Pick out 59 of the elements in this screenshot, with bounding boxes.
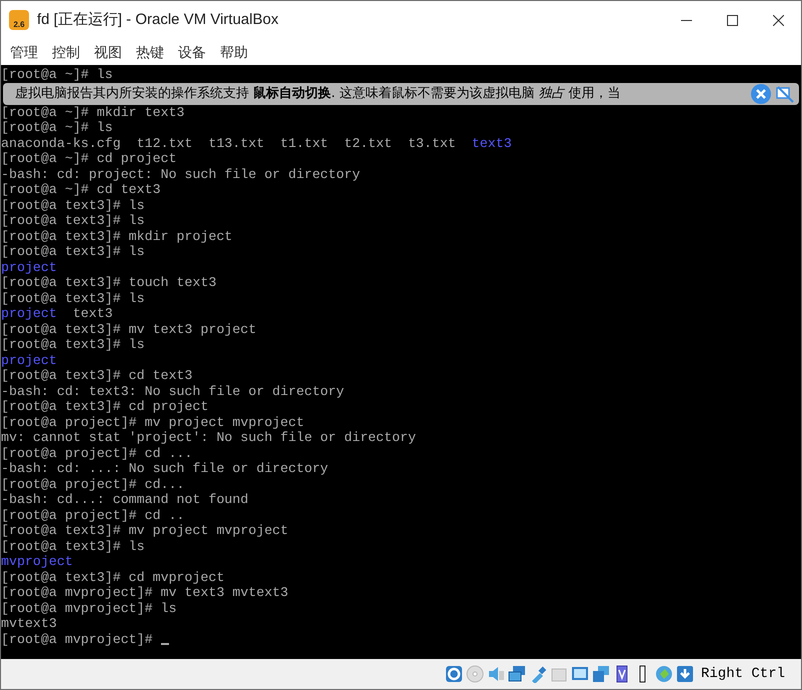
mouse-integration-icon [775, 84, 795, 104]
terminal-text: [root@a text3]# cd project [1, 399, 208, 414]
terminal-text: [root@a text3]# ls [1, 538, 145, 554]
audio-icon[interactable] [486, 665, 505, 683]
app-logo: 2.6 [9, 10, 29, 30]
menu-item[interactable]: 热键 [129, 42, 171, 62]
terminal-text: [root@a text3]# ls [1, 244, 145, 260]
cursor [160, 643, 169, 645]
directory-name: project [1, 260, 57, 275]
terminal-text: [root@a project]# cd .. [1, 508, 185, 523]
terminal-text: [root@a text3]# cd text3 [1, 368, 193, 384]
menu-item[interactable]: 帮助 [213, 42, 255, 62]
terminal-text: [root@a mvproject]# mv text3 mvtext3 [1, 585, 288, 600]
terminal-text: [root@a text3]# ls [1, 198, 145, 213]
menu-item[interactable]: 视图 [87, 42, 129, 62]
terminal-text: [root@a text3]# ls [1, 290, 145, 306]
terminal-text: [root@a text3]# ls [1, 337, 145, 352]
terminal-text: [root@a ~]# cd text3 [1, 182, 161, 198]
terminal-text: [root@a mvproject]# [1, 632, 154, 647]
close-icon [756, 88, 766, 98]
terminal-text: [root@a text3]# cd mvproject [1, 570, 224, 585]
directory-name: project [1, 352, 57, 368]
terminal-text: [root@a ~]# ls [1, 120, 113, 136]
network-icon[interactable] [508, 665, 526, 683]
terminal-text: -bash: cd: project: No such file or directory [1, 166, 360, 182]
download-icon[interactable] [676, 665, 694, 683]
terminal-text: text3 [72, 306, 113, 322]
host-key-label: Right Ctrl [700, 664, 785, 684]
terminal-text: [root@a project]# mv project mvproject [1, 414, 304, 430]
maximize-icon [726, 14, 738, 26]
window-title: fd [正在运行] - Oracle VM VirtualBox [37, 10, 278, 30]
terminal-text: [root@a project]# cd ... [1, 446, 193, 461]
terminal-text: -bash: cd: ...: No such file or directory [1, 461, 328, 476]
terminal-text: [root@a mvproject]# ls [1, 600, 177, 616]
menu-item[interactable]: 设备 [171, 42, 213, 62]
terminal-text: [root@a project]# cd... [1, 476, 185, 492]
directory-name: text3 [472, 136, 512, 151]
display-icon[interactable] [570, 665, 589, 683]
menu-item[interactable]: 管理 [3, 42, 45, 62]
terminal-text: [root@a ~]# cd project [1, 151, 177, 166]
terminal-text: mvtext3 [1, 616, 57, 632]
terminal-text: [root@a text3]# mv project mvproject [1, 523, 288, 538]
terminal-text: mv: cannot stat 'project': No such file or directory [1, 430, 416, 446]
terminal-text: [root@a text3]# ls [1, 213, 145, 228]
directory-name: project [1, 306, 57, 322]
terminal-text: -bash: cd: text3: No such file or directory [1, 384, 344, 399]
menu-item[interactable]: 控制 [45, 42, 87, 62]
directory-name: mvproject [1, 554, 73, 570]
close-icon [772, 14, 784, 26]
terminal-text: -bash: cd...: command not found [1, 492, 248, 508]
terminal-text: [root@a ~]# mkdir text3 [1, 104, 185, 120]
notification-text: 虚拟电脑报告其内所安装的操作系统支持 鼠标自动切换. 这意味着鼠标不需要为该虚拟电脑 独占 使用，当 [15, 84, 621, 103]
terminal-text: [root@a text3]# touch text3 [1, 275, 216, 290]
terminal-text: [root@a text3]# mv text3 project [1, 322, 256, 337]
close-notification-button[interactable] [751, 84, 771, 104]
windows-icon[interactable] [592, 665, 610, 683]
terminal-text: [root@a ~]# ls [1, 67, 113, 82]
terminal-text: [root@a text3]# mkdir project [1, 228, 232, 244]
terminal-text: anaconda-ks.cfg t12.txt t13.txt t1.txt t2.txt t3.txt [1, 136, 457, 151]
